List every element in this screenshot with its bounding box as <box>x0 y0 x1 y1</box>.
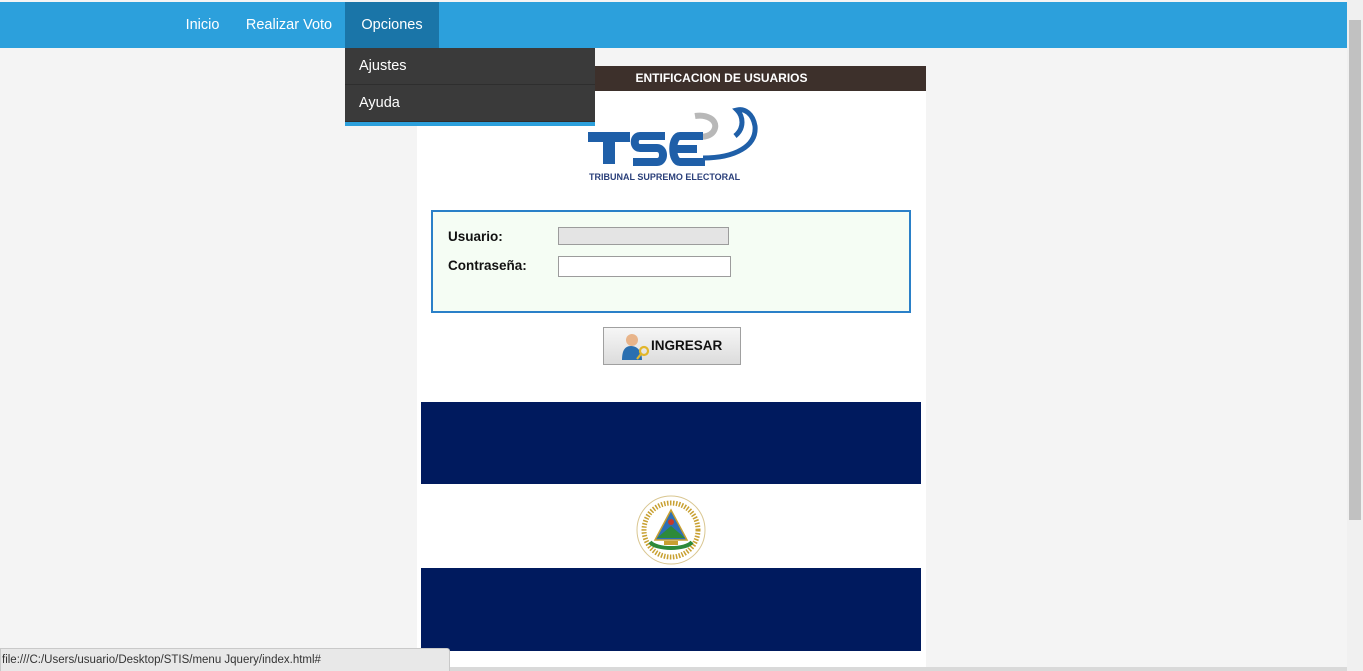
scrollbar-thumb[interactable] <box>1349 20 1361 520</box>
menu-item-ajustes[interactable]: Ajustes <box>345 48 595 85</box>
username-label: Usuario: <box>448 229 503 244</box>
username-input[interactable] <box>558 227 729 245</box>
opciones-dropdown-menu: Ajustes Ayuda <box>345 48 595 126</box>
panel-header-title: ENTIFICACION DE USUARIOS <box>635 71 808 85</box>
user-key-icon <box>620 332 652 365</box>
flag-stripe-middle <box>421 484 921 568</box>
tse-logo-subtitle: TRIBUNAL SUPREMO ELECTORAL <box>589 172 741 182</box>
coat-of-arms-seal <box>626 492 716 573</box>
browser-status-bar: file:///C:/Users/usuario/Desktop/STIS/me… <box>0 648 450 671</box>
ingresar-label: INGRESAR <box>651 338 723 353</box>
status-url: file:///C:/Users/usuario/Desktop/STIS/me… <box>2 654 321 666</box>
top-navbar: Inicio Realizar Voto Opciones <box>0 2 1347 48</box>
flag-stripe-top <box>421 402 921 484</box>
nav-inicio[interactable]: Inicio <box>175 2 230 48</box>
nav-opciones[interactable]: Opciones <box>345 2 439 48</box>
flag-stripe-bottom <box>421 568 921 651</box>
password-input[interactable] <box>558 256 731 277</box>
bottom-edge <box>450 667 1347 671</box>
tse-logo: TRIBUNAL SUPREMO ELECTORAL <box>585 106 760 186</box>
menu-item-ayuda[interactable]: Ayuda <box>345 85 595 122</box>
nav-realizar-voto[interactable]: Realizar Voto <box>236 2 342 48</box>
ingresar-button[interactable]: INGRESAR <box>603 327 741 365</box>
password-label: Contraseña: <box>448 258 527 273</box>
